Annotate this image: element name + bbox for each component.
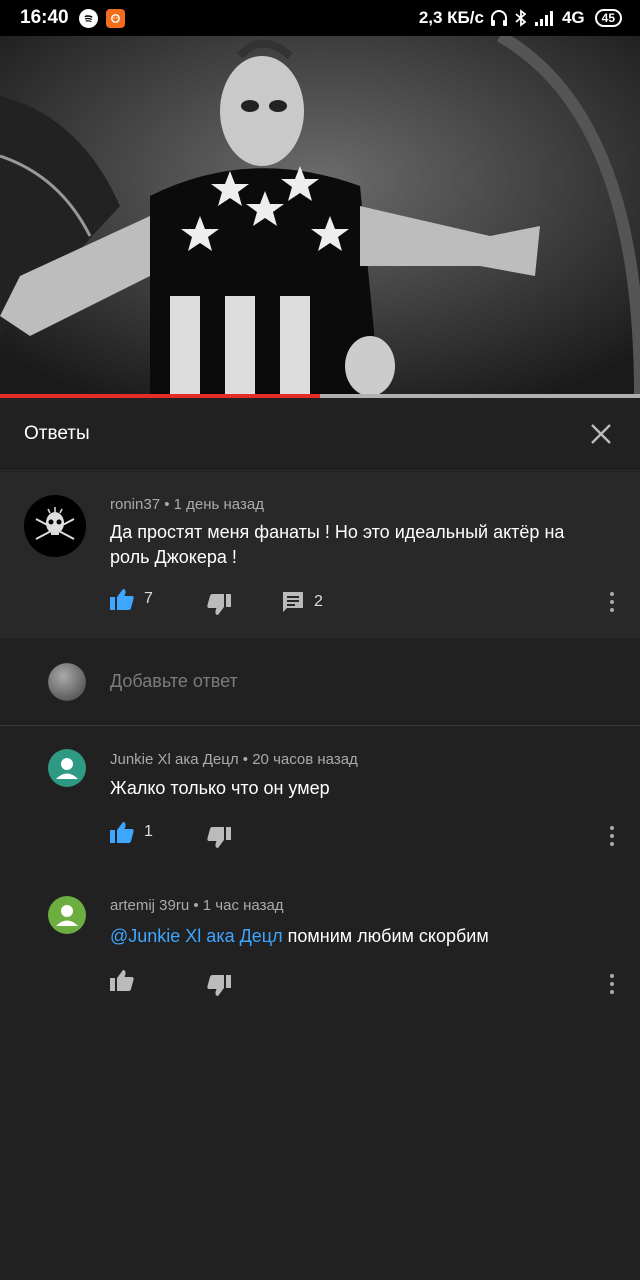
headphones-icon bbox=[490, 10, 507, 26]
dislike-button[interactable] bbox=[207, 594, 231, 616]
default-user-icon bbox=[56, 758, 78, 779]
meta-separator: • bbox=[242, 751, 253, 768]
add-reply-row: Добавьте ответ bbox=[0, 638, 640, 726]
default-user-icon bbox=[56, 905, 78, 926]
thumbs-up-icon bbox=[110, 589, 134, 610]
avatar[interactable] bbox=[48, 749, 86, 787]
comment-author[interactable]: Junkie Xl ака Децл bbox=[110, 751, 239, 768]
mention-link[interactable]: @Junkie Xl ака Децл bbox=[110, 926, 283, 946]
replies-title: Ответы bbox=[24, 423, 90, 444]
reply-button[interactable]: 2 bbox=[282, 591, 323, 613]
comment-meta: Junkie Xl ака Децл • 20 часов назад bbox=[110, 751, 358, 768]
spotify-icon bbox=[78, 8, 98, 28]
thumbs-up-icon bbox=[110, 970, 134, 991]
comment-text: Жалко только что он умер bbox=[110, 778, 330, 798]
comment-author[interactable]: ronin37 bbox=[110, 496, 160, 513]
comment-text: Да простят меня фанаты ! Но это идеальны… bbox=[110, 522, 565, 567]
like-button[interactable] bbox=[110, 969, 134, 991]
like-count: 1 bbox=[144, 823, 153, 840]
status-time: 16:40 bbox=[20, 7, 69, 28]
comment-meta: ronin37 • 1 день назад bbox=[110, 496, 264, 513]
comment-icon bbox=[283, 592, 303, 612]
video-player[interactable] bbox=[0, 36, 640, 394]
replies-header: Ответы bbox=[0, 398, 640, 471]
signal-icon bbox=[534, 11, 553, 26]
thumbs-down-icon bbox=[207, 594, 231, 615]
comment-time: 1 час назад bbox=[202, 897, 284, 914]
video-frame bbox=[0, 36, 640, 394]
close-button[interactable] bbox=[586, 419, 616, 449]
app-notification-icon bbox=[105, 8, 125, 28]
net-speed: 2,3 КБ/с bbox=[418, 8, 484, 27]
comment-text-body: помним любим скорбим bbox=[287, 926, 489, 946]
reply-item: Junkie Xl ака Децл • 20 часов назад Жалк… bbox=[0, 727, 640, 872]
user-avatar bbox=[48, 663, 86, 701]
thumbs-down-icon bbox=[207, 975, 231, 996]
reply-count: 2 bbox=[314, 593, 323, 610]
more-options-button[interactable] bbox=[606, 590, 618, 614]
meta-separator: • bbox=[193, 897, 203, 914]
comment-text: @Junkie Xl ака Децл помним любим скорбим bbox=[110, 924, 600, 949]
dislike-button[interactable] bbox=[207, 827, 231, 849]
comment-author[interactable]: artemij 39ru bbox=[110, 897, 189, 914]
avatar[interactable] bbox=[24, 495, 86, 557]
more-options-button[interactable] bbox=[606, 972, 618, 996]
add-reply-input[interactable]: Добавьте ответ bbox=[110, 671, 238, 692]
skull-logo-icon bbox=[24, 495, 86, 557]
close-icon bbox=[591, 424, 611, 444]
like-button[interactable]: 1 bbox=[110, 821, 153, 843]
network-type: 4G bbox=[561, 8, 585, 27]
like-button[interactable]: 7 bbox=[110, 588, 153, 610]
parent-comment: ronin37 • 1 день назад Да простят меня ф… bbox=[0, 472, 640, 638]
battery-indicator: 45 bbox=[594, 9, 622, 27]
comment-time: 1 день назад bbox=[173, 496, 264, 513]
reply-item: artemij 39ru • 1 час назад @Junkie Xl ак… bbox=[0, 873, 640, 1018]
dislike-button[interactable] bbox=[207, 975, 231, 997]
comment-time: 20 часов назад bbox=[252, 751, 358, 768]
meta-separator: • bbox=[164, 496, 174, 513]
thumbs-down-icon bbox=[207, 827, 231, 848]
comment-meta: artemij 39ru • 1 час назад bbox=[110, 897, 284, 914]
thumbs-up-icon bbox=[110, 822, 134, 843]
status-bar: 16:40 2,3 КБ/с 4G 45 bbox=[0, 0, 640, 36]
like-count: 7 bbox=[144, 590, 153, 607]
more-options-button[interactable] bbox=[606, 824, 618, 848]
avatar[interactable] bbox=[48, 896, 86, 934]
bluetooth-icon bbox=[515, 9, 527, 27]
status-indicators: 2,3 КБ/с 4G 45 bbox=[419, 8, 622, 28]
